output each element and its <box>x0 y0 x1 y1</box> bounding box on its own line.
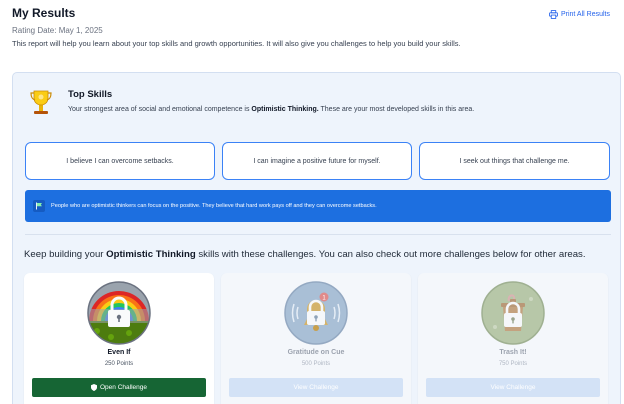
rating-date: Rating Date: May 1, 2025 <box>12 26 103 35</box>
top-skills-panel: Top Skills Your strongest area of social… <box>12 72 621 404</box>
trash-badge-icon <box>481 281 545 345</box>
results-header: My Results Rating Date: May 1, 2025 This… <box>12 6 612 62</box>
print-all-results-label: Print All Results <box>560 11 610 18</box>
intro-suffix: skills with these challenges. You can al… <box>195 249 586 260</box>
flag-icon <box>33 200 45 212</box>
banner-text: People who are optimistic thinkers can f… <box>51 203 377 209</box>
skills-list: I believe I can overcome setbacks. I can… <box>25 142 611 180</box>
print-all-results-link[interactable]: Print All Results <box>549 10 610 19</box>
strong-area: Optimistic Thinking. <box>251 106 319 113</box>
challenge-name: Gratitude on Cue <box>287 349 345 356</box>
top-skills-title: Top Skills <box>68 89 113 100</box>
rainbow-badge-icon <box>87 281 151 345</box>
view-challenge-label: View Challenge <box>293 384 339 391</box>
skill-card: I seek out things that challenge me. <box>419 142 610 180</box>
open-challenge-button[interactable]: Open Challenge <box>32 378 206 397</box>
shield-icon <box>91 384 97 391</box>
section-divider <box>25 234 611 235</box>
info-banner: People who are optimistic thinkers can f… <box>25 190 611 222</box>
challenge-card-even-if: Even If 250 Points Open Challenge <box>24 273 214 404</box>
challenge-points: 750 Points <box>498 361 528 367</box>
skill-card: I can imagine a positive future for myse… <box>222 142 412 180</box>
view-challenge-label: View Challenge <box>490 384 536 391</box>
intro-bold: Optimistic Thinking <box>106 249 196 260</box>
printer-icon <box>549 10 558 19</box>
view-challenge-button[interactable]: View Challenge <box>229 378 403 397</box>
report-description: This report will help you learn about yo… <box>12 39 461 48</box>
desc-prefix: Your strongest area of social and emotio… <box>68 106 252 113</box>
view-challenge-button[interactable]: View Challenge <box>426 378 600 397</box>
challenge-card-gratitude-on-cue: 1 Gratitude on Cue 500 Points View Chall… <box>221 273 411 404</box>
page-title: My Results <box>12 6 76 20</box>
challenge-name: Trash It! <box>499 349 527 356</box>
challenge-card-trash-it: Trash It! 750 Points View Challenge <box>418 273 608 404</box>
trophy-icon <box>30 90 52 114</box>
open-challenge-label: Open Challenge <box>100 384 147 391</box>
challenges-intro: Keep building your Optimistic Thinking s… <box>24 249 586 260</box>
challenge-points: 500 Points <box>301 361 331 367</box>
desc-suffix: These are your most developed skills in … <box>318 106 475 113</box>
challenge-points: 250 Points <box>104 361 134 367</box>
challenge-name: Even If <box>107 349 131 356</box>
top-skills-description: Your strongest area of social and emotio… <box>68 106 474 113</box>
skill-card: I believe I can overcome setbacks. <box>25 142 215 180</box>
intro-prefix: Keep building your <box>24 249 107 260</box>
bell-badge-icon: 1 <box>284 281 348 345</box>
